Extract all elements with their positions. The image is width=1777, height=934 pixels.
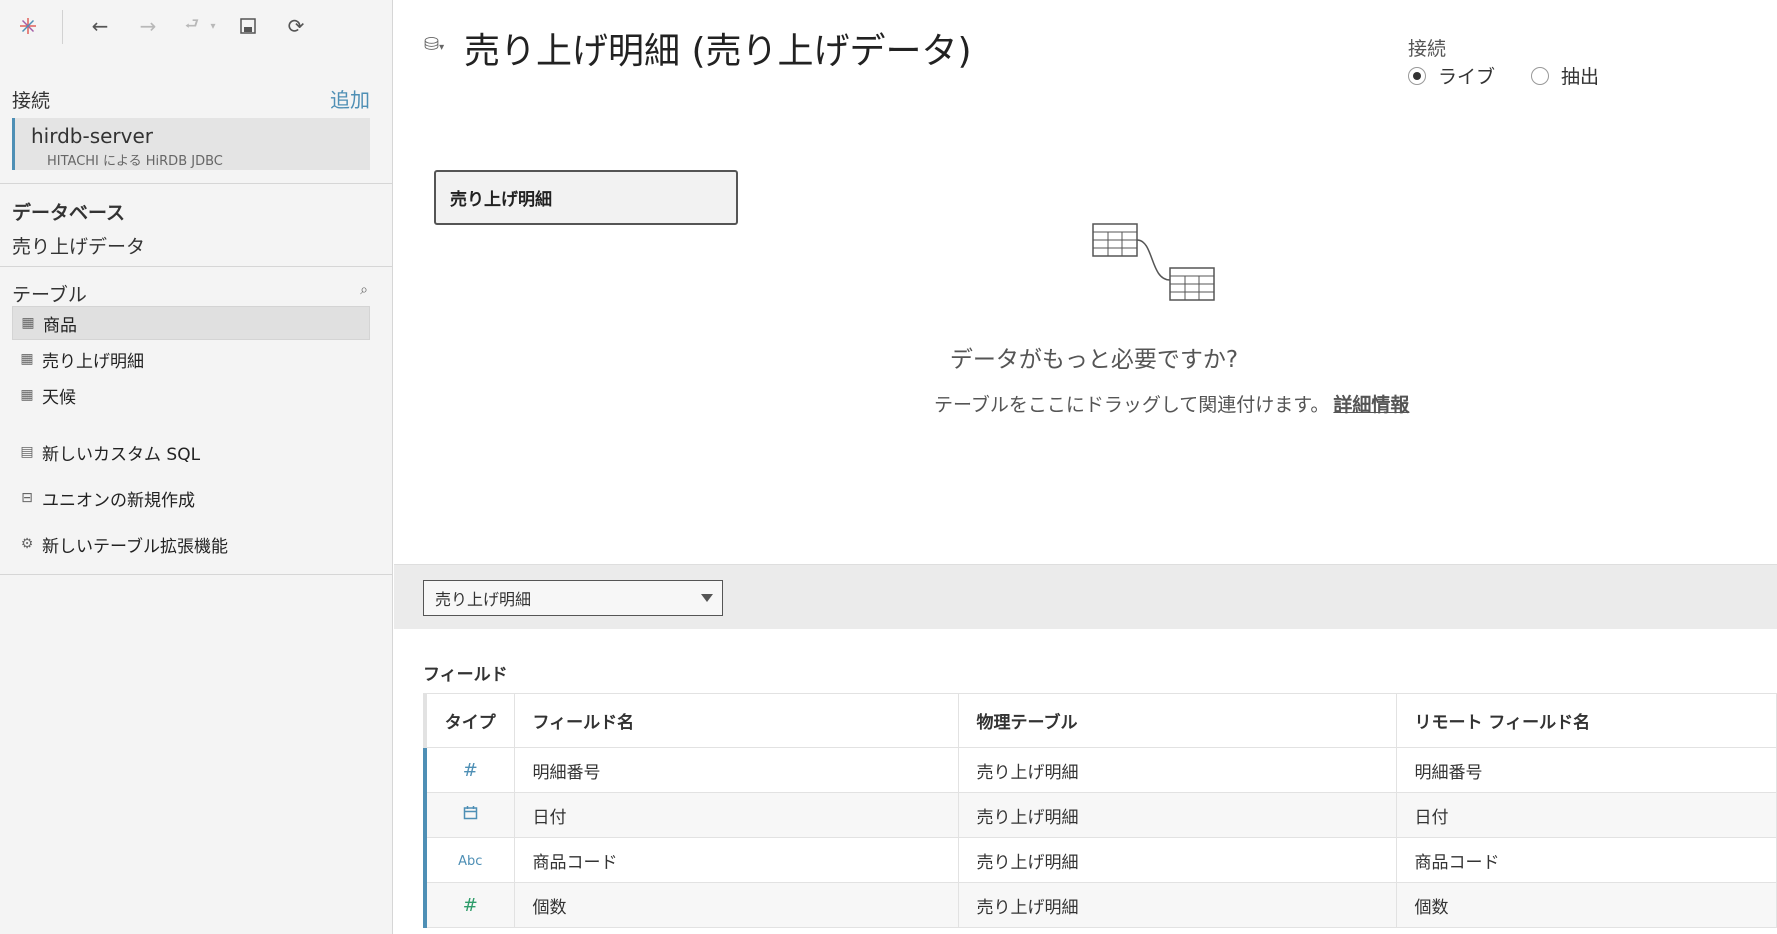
tables-heading: テーブル [12,284,87,306]
remote-field-cell: 商品コード [1396,837,1777,883]
table-header-row: タイプ フィールド名 物理テーブル リモート フィールド名 [423,693,1777,748]
physical-table-cell: 売り上げ明細 [958,747,1397,793]
chevron-down-icon [701,594,713,602]
extract-radio[interactable]: 抽出 [1531,62,1599,89]
sidebar-table-item[interactable]: ▦ 商品 [12,306,370,340]
redo-icon[interactable]: ⮐ [178,12,206,40]
table-icon: ▦ [20,351,34,367]
column-header-physical-table[interactable]: 物理テーブル [958,693,1397,748]
new-union[interactable]: ⊟ ユニオンの新規作成 [12,483,195,513]
action-label: 新しいテーブル拡張機能 [42,536,228,557]
field-name-cell[interactable]: 商品コード [514,837,959,883]
table-icon: ▦ [20,387,34,403]
action-label: ユニオンの新規作成 [42,490,195,511]
action-label: 新しいカスタム SQL [42,444,201,465]
tableau-logo-icon[interactable] [14,12,42,40]
divider [0,183,392,184]
radio-label: ライブ [1438,66,1496,88]
save-icon[interactable] [234,12,262,40]
union-icon: ⊟ [21,490,33,506]
connections-heading: 接続 [12,90,51,112]
radio-circle [1531,66,1549,85]
fields-heading: フィールド [423,665,508,685]
new-custom-sql[interactable]: ▤ 新しいカスタム SQL [12,437,200,467]
table-row[interactable]: 日付 売り上げ明細 日付 [423,792,1777,838]
table-row[interactable]: # 個数 売り上げ明細 個数 [423,882,1777,928]
live-radio[interactable]: ライブ [1408,62,1495,89]
connection-type-label: 接続 [1408,38,1447,60]
table-row[interactable]: Abc 商品コード 売り上げ明細 商品コード [423,837,1777,883]
forward-icon[interactable]: → [134,12,162,40]
database-select[interactable]: 売り上げデータ [12,232,145,259]
remote-field-cell: 明細番号 [1396,747,1777,793]
connection-item[interactable]: hirdb-server HITACHI による HiRDB JDBC [12,118,370,170]
physical-table-cell: 売り上げ明細 [958,837,1397,883]
learn-more-link[interactable]: 詳細情報 [1333,394,1409,416]
refresh-icon[interactable]: ⟳ [282,12,310,40]
table-row[interactable]: # 明細番号 売り上げ明細 明細番号 [423,747,1777,793]
number-icon[interactable]: # [423,747,515,793]
field-name-cell[interactable]: 個数 [514,882,959,928]
toolbar-divider [62,10,63,44]
grid-toolbar: 売り上げ明細 [394,564,1777,629]
field-name-cell[interactable]: 明細番号 [514,747,959,793]
canvas-table-card[interactable]: 売り上げ明細 [434,170,738,225]
back-icon[interactable]: ← [86,12,114,40]
string-icon[interactable]: Abc [423,837,515,883]
table-label: 売り上げ明細 [42,351,144,372]
connection-name: hirdb-server [31,124,154,148]
search-icon[interactable]: ⌕ [360,282,368,298]
page-title[interactable]: 売り上げ明細 (売り上げデータ) [464,22,972,74]
table-select[interactable]: 売り上げ明細 [423,580,723,616]
relationship-illustration-icon [1092,222,1222,310]
add-connection-link[interactable]: 追加 [330,84,370,113]
need-more-data-heading: データがもっと必要ですか? [949,347,1239,373]
drag-hint: テーブルをここにドラッグして関連付けます。 詳細情報 [934,390,1409,417]
chevron-down-icon[interactable]: ▾ [206,12,220,40]
table-select-value: 売り上げ明細 [435,590,532,609]
custom-sql-icon: ▤ [20,444,34,460]
sidebar-table-item[interactable]: ▦ 天候 [12,378,370,412]
column-header-field-name[interactable]: フィールド名 [514,693,959,748]
number-icon[interactable]: # [423,882,515,928]
radio-circle [1408,66,1426,85]
physical-table-cell: 売り上げ明細 [958,882,1397,928]
fields-table: タイプ フィールド名 物理テーブル リモート フィールド名 # 明細番号 売り上… [423,693,1777,928]
date-icon[interactable] [423,792,515,838]
database-heading: データベース [12,202,126,224]
sidebar-table-item[interactable]: ▦ 売り上げ明細 [12,342,370,376]
physical-table-cell: 売り上げ明細 [958,792,1397,838]
datasource-icon[interactable]: ⛁▾ [424,34,444,55]
new-table-extension[interactable]: ⚙ 新しいテーブル拡張機能 [12,529,228,559]
divider [0,574,392,575]
remote-field-cell: 日付 [1396,792,1777,838]
extension-icon: ⚙ [20,536,34,552]
divider [0,266,392,267]
data-pane: ← → ⮐ ▾ ⟳ 接続 追加 hirdb-server HITACHI による… [0,0,393,934]
field-name-cell[interactable]: 日付 [514,792,959,838]
table-label: 天候 [42,387,76,408]
connection-subtitle: HITACHI による HiRDB JDBC [47,154,223,169]
drag-hint-text: テーブルをここにドラッグして関連付けます。 [934,394,1330,416]
column-header-remote-field-name[interactable]: リモート フィールド名 [1396,693,1777,748]
remote-field-cell: 個数 [1396,882,1777,928]
toolbar: ← → ⮐ ▾ ⟳ [0,0,393,56]
radio-label: 抽出 [1561,66,1600,88]
table-label: 商品 [43,315,77,336]
table-icon: ▦ [21,315,35,331]
column-header-type[interactable]: タイプ [423,693,515,748]
main-area: ⛁▾ 売り上げ明細 (売り上げデータ) 接続 ライブ 抽出 売り上げ明細 データ… [394,0,1777,934]
